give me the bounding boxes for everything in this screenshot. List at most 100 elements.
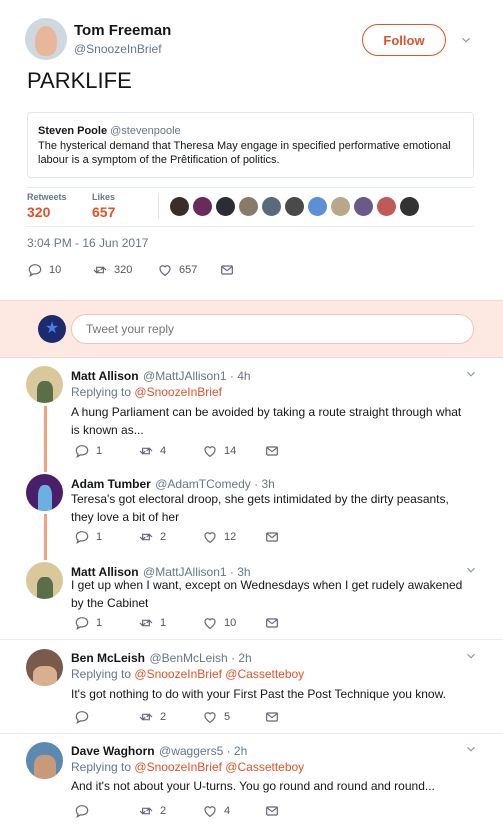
reply-action[interactable]: 1 — [74, 615, 102, 631]
like-count: 657 — [179, 264, 198, 276]
liker-avatar[interactable] — [285, 197, 304, 216]
reply-author-handle[interactable]: @AdamTComedy · 3h — [155, 477, 275, 491]
retweet-action[interactable]: 320 — [92, 262, 132, 278]
retweet-count: 4 — [160, 445, 167, 457]
reply-author-name[interactable]: Adam Tumber — [71, 477, 151, 491]
like-action[interactable]: 10 — [202, 615, 236, 631]
reply-input[interactable] — [71, 314, 474, 344]
heart-icon — [202, 443, 218, 459]
like-action[interactable]: 14 — [202, 443, 236, 459]
reply-text: I get up when I want, except on Wednesda… — [71, 578, 463, 610]
reply-author-handle[interactable]: @waggers5 · 2h — [159, 744, 247, 758]
quote-author-handle: @stevenpoole — [110, 125, 181, 137]
retweets-stat[interactable]: Retweets 320 — [27, 192, 67, 220]
reply-author-name[interactable]: Dave Waghorn — [71, 744, 155, 758]
like-action[interactable]: 657 — [157, 262, 197, 278]
mail-icon — [264, 615, 280, 631]
like-action[interactable]: 5 — [202, 709, 230, 725]
liker-avatar[interactable] — [400, 197, 419, 216]
reply-icon — [74, 443, 90, 459]
quoted-tweet[interactable]: Steven Poole @stevenpoole The hysterical… — [27, 112, 474, 178]
dm-action[interactable] — [264, 615, 280, 631]
retweet-icon — [138, 443, 154, 459]
like-action[interactable]: 4 — [202, 803, 230, 819]
dm-action[interactable] — [264, 709, 280, 725]
reply-avatar[interactable] — [26, 366, 63, 403]
retweet-action[interactable]: 4 — [138, 443, 166, 459]
dm-action[interactable] — [219, 262, 235, 278]
replying-to-link[interactable]: @Cassetteboy — [225, 667, 304, 681]
chevron-down-icon[interactable] — [459, 33, 473, 47]
liker-avatar[interactable] — [239, 197, 258, 216]
reply-text: It's got nothing to do with your First P… — [71, 687, 446, 701]
reply-avatar[interactable] — [26, 474, 63, 511]
reply-count: 10 — [49, 264, 62, 276]
replying-to-link[interactable]: @Cassetteboy — [225, 760, 304, 774]
retweet-count: 2 — [160, 531, 167, 543]
retweet-action[interactable]: 2 — [138, 803, 166, 819]
reply-author-name[interactable]: Matt Allison — [71, 369, 139, 383]
retweet-icon — [138, 529, 154, 545]
reply-action[interactable]: 1 — [74, 443, 102, 459]
replying-to-link[interactable]: @SnoozeInBrief — [134, 760, 222, 774]
dm-action[interactable] — [264, 529, 280, 545]
liker-avatar[interactable] — [331, 197, 350, 216]
reply-avatar[interactable] — [26, 742, 63, 779]
user-avatar[interactable]: ★ — [38, 315, 66, 343]
retweet-count: 320 — [114, 264, 133, 276]
dm-action[interactable] — [264, 443, 280, 459]
likes-label: Likes — [92, 192, 116, 202]
liker-avatar[interactable] — [354, 197, 373, 216]
retweets-count: 320 — [27, 204, 51, 220]
thread-line — [44, 514, 47, 560]
retweet-icon — [92, 262, 108, 278]
likes-stat[interactable]: Likes 657 — [92, 192, 115, 220]
reply-action[interactable] — [74, 709, 96, 725]
reply-action[interactable]: 10 — [27, 262, 61, 278]
replying-to-label: Replying to — [71, 385, 132, 399]
replying-to-label: Replying to — [71, 667, 132, 681]
mail-icon — [264, 709, 280, 725]
tweet-text: PARKLIFE — [27, 68, 132, 93]
reply-author-name[interactable]: Ben McLeish — [71, 651, 145, 665]
liker-avatar[interactable] — [170, 197, 189, 216]
reply-action[interactable]: 1 — [74, 529, 102, 545]
quote-text: The hysterical demand that Theresa May e… — [38, 140, 451, 166]
like-action[interactable]: 12 — [202, 529, 236, 545]
like-count: 5 — [224, 711, 231, 723]
replying-to-link[interactable]: @SnoozeInBrief — [134, 667, 222, 681]
retweet-action[interactable]: 2 — [138, 709, 166, 725]
chevron-down-icon[interactable] — [464, 563, 478, 577]
replying-to-link[interactable]: @SnoozeInBrief — [134, 385, 222, 399]
reply-author-handle[interactable]: @MattJAllison1 · 4h — [143, 369, 251, 383]
chevron-down-icon[interactable] — [464, 367, 478, 381]
liker-avatar[interactable] — [216, 197, 235, 216]
reply-avatar[interactable] — [26, 649, 63, 686]
reply-action[interactable] — [74, 803, 96, 819]
reply-avatar[interactable] — [26, 562, 63, 599]
author-name[interactable]: Tom Freeman — [74, 22, 171, 39]
liker-avatar[interactable] — [193, 197, 212, 216]
liker-avatar[interactable] — [262, 197, 281, 216]
chevron-down-icon[interactable] — [464, 649, 478, 663]
chevron-down-icon[interactable] — [464, 742, 478, 756]
like-count: 10 — [224, 617, 237, 629]
liker-avatar[interactable] — [377, 197, 396, 216]
reply-icon — [74, 529, 90, 545]
retweet-action[interactable]: 2 — [138, 529, 166, 545]
reply-icon — [74, 615, 90, 631]
reply-text: Teresa's got electoral droop, she gets i… — [71, 492, 449, 524]
reply-author-handle[interactable]: @BenMcLeish · 2h — [149, 651, 251, 665]
tweet-timestamp[interactable]: 3:04 PM - 16 Jun 2017 — [27, 236, 148, 250]
liker-avatar[interactable] — [308, 197, 327, 216]
mail-icon — [264, 443, 280, 459]
retweet-action[interactable]: 1 — [138, 615, 166, 631]
replying-to-label: Replying to — [71, 760, 132, 774]
avatar-face — [35, 26, 57, 56]
dm-action[interactable] — [264, 803, 280, 819]
reply-icon — [74, 709, 90, 725]
author-handle[interactable]: @SnoozeInBrief — [74, 42, 162, 56]
follow-button[interactable]: Follow — [362, 24, 446, 56]
author-avatar[interactable] — [25, 18, 67, 60]
reply-count: 1 — [96, 445, 103, 457]
